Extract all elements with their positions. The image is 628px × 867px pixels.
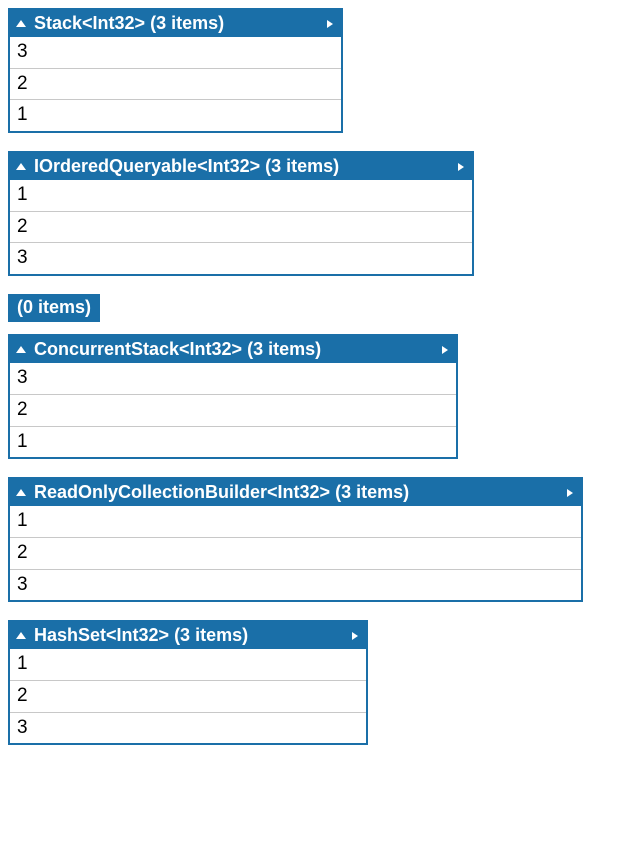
list-item: 2	[10, 212, 472, 244]
collection-rows: 1 2 3	[10, 506, 581, 600]
collapse-up-icon	[16, 346, 26, 353]
list-item: 2	[10, 538, 581, 570]
list-item: 3	[10, 363, 456, 395]
extend-right-icon	[442, 346, 448, 354]
list-item: 1	[10, 427, 456, 458]
extend-right-icon	[352, 632, 358, 640]
collection-title: IOrderedQueryable<Int32> (3 items)	[34, 156, 446, 177]
collection-header[interactable]: Stack<Int32> (3 items)	[10, 10, 341, 37]
collection-rows: 1 2 3	[10, 649, 366, 743]
list-item: 3	[10, 713, 366, 744]
collection-title: Stack<Int32> (3 items)	[34, 13, 315, 34]
collection-rows: 1 2 3	[10, 180, 472, 274]
list-item: 3	[10, 570, 581, 601]
list-item: 3	[10, 243, 472, 274]
list-item: 3	[10, 37, 341, 69]
empty-collection-badge[interactable]: (0 items)	[8, 294, 100, 322]
collapse-up-icon	[16, 632, 26, 639]
list-item: 1	[10, 180, 472, 212]
collection-header[interactable]: HashSet<Int32> (3 items)	[10, 622, 366, 649]
collection-title: ConcurrentStack<Int32> (3 items)	[34, 339, 430, 360]
extend-right-icon	[458, 163, 464, 171]
list-item: 1	[10, 100, 341, 131]
collection-header[interactable]: ReadOnlyCollectionBuilder<Int32> (3 item…	[10, 479, 581, 506]
list-item: 1	[10, 506, 581, 538]
extend-right-icon	[327, 20, 333, 28]
collapse-up-icon	[16, 20, 26, 27]
collection-rows: 3 2 1	[10, 37, 341, 131]
collection-rows: 3 2 1	[10, 363, 456, 457]
collection-title: ReadOnlyCollectionBuilder<Int32> (3 item…	[34, 482, 555, 503]
collection-header[interactable]: ConcurrentStack<Int32> (3 items)	[10, 336, 456, 363]
collection-panel: Stack<Int32> (3 items) 3 2 1	[8, 8, 343, 133]
collapse-up-icon	[16, 489, 26, 496]
collection-header[interactable]: IOrderedQueryable<Int32> (3 items)	[10, 153, 472, 180]
list-item: 2	[10, 681, 366, 713]
extend-right-icon	[567, 489, 573, 497]
collection-panel: HashSet<Int32> (3 items) 1 2 3	[8, 620, 368, 745]
collection-panel: ReadOnlyCollectionBuilder<Int32> (3 item…	[8, 477, 583, 602]
list-item: 2	[10, 69, 341, 101]
collection-panel: ConcurrentStack<Int32> (3 items) 3 2 1	[8, 334, 458, 459]
list-item: 1	[10, 649, 366, 681]
collapse-up-icon	[16, 163, 26, 170]
list-item: 2	[10, 395, 456, 427]
collection-title: HashSet<Int32> (3 items)	[34, 625, 340, 646]
collection-panel: IOrderedQueryable<Int32> (3 items) 1 2 3	[8, 151, 474, 276]
